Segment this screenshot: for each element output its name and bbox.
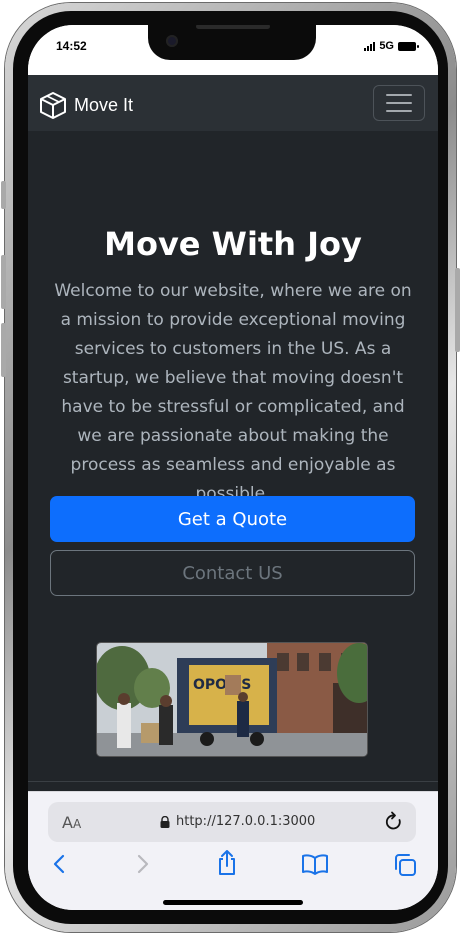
hero-title: Move With Joy [104,225,362,263]
power-button [455,268,460,352]
text-size-button[interactable]: AA [62,813,81,832]
home-indicator [163,900,303,905]
navbar: Move It [28,75,438,131]
brand-link[interactable]: Move It [38,90,133,120]
moving-truck-image: OPOLIS [97,643,367,756]
tabs-icon[interactable] [392,852,418,878]
footer-divider [28,781,438,782]
hero-description: Welcome to our website, where we are on … [54,281,412,504]
address-bar[interactable]: AA http://127.0.0.1:3000 [48,802,416,842]
truck-lettering: OPOLIS [193,677,251,693]
bookmarks-icon[interactable] [301,852,329,876]
forward-icon[interactable] [132,852,152,876]
status-bar: 14:52 5G [28,25,438,75]
reload-icon[interactable] [384,811,404,833]
speaker-grille [196,25,270,29]
url-text: http://127.0.0.1:3000 [176,814,316,829]
network-label: 5G [379,40,394,52]
url-display: http://127.0.0.1:3000 [160,814,315,829]
contact-us-button[interactable]: Contact US [50,550,415,596]
brand-name: Move It [74,94,134,115]
action-button [1,181,6,209]
front-camera-icon [166,35,178,47]
movers-photo: OPOLIS [96,642,368,757]
volume-down-button [1,323,6,377]
web-page: Move It Move With Joy Welcome to our web… [28,75,438,791]
box-icon [40,92,66,119]
battery-icon [398,41,419,51]
volume-up-button [1,255,6,309]
signal-icon [364,41,376,51]
share-icon[interactable] [215,849,239,877]
get-quote-button[interactable]: Get a Quote [50,496,415,542]
status-time: 14:52 [56,39,87,53]
phone-screen: 14:52 5G Move It Move With Joy Welcome t… [28,25,438,910]
browser-toolbar: AA http://127.0.0.1:3000 [28,791,438,910]
status-indicators: 5G [364,40,419,52]
hamburger-icon [386,94,412,96]
menu-toggle-button[interactable] [373,85,425,121]
lock-icon [160,815,170,828]
back-icon[interactable] [50,852,70,876]
